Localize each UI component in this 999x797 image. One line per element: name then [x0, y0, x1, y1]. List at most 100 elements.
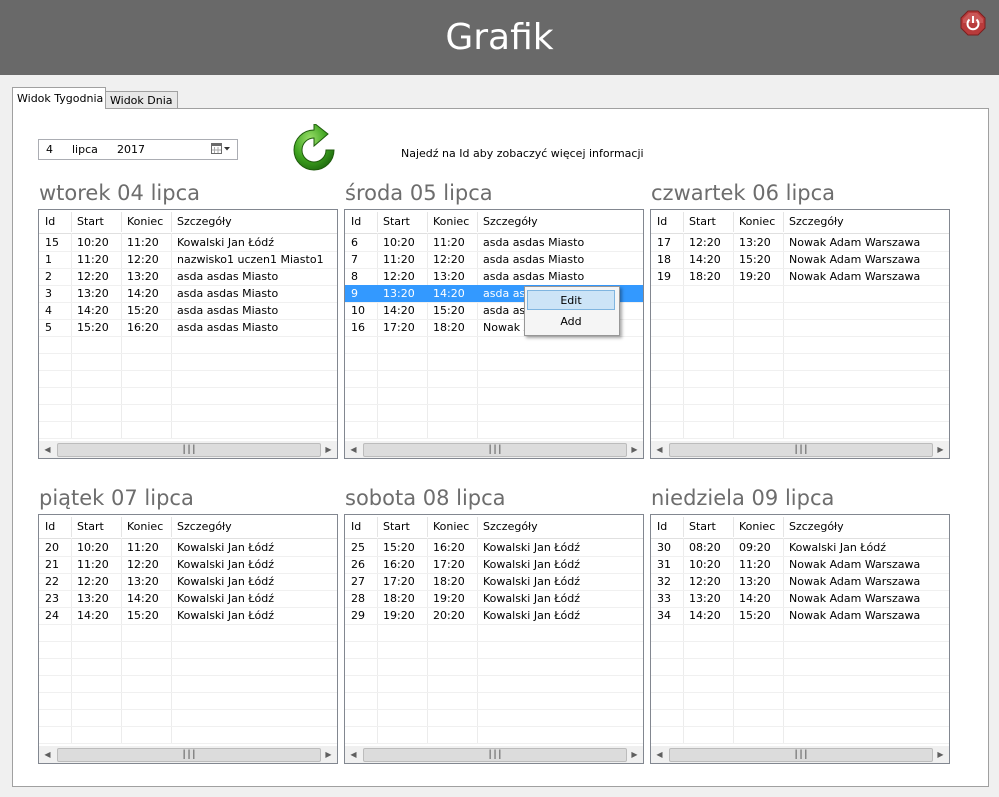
cell-start: 10:20 — [689, 558, 721, 571]
column-header-koniec[interactable]: Koniec — [733, 515, 783, 538]
scroll-right-icon[interactable]: ▶ — [320, 441, 337, 458]
table-row[interactable]: 31 10:20 11:20 Nowak Adam Warszawa — [651, 556, 949, 573]
column-header-id[interactable]: Id — [345, 515, 377, 538]
scroll-left-icon[interactable]: ◀ — [39, 441, 56, 458]
horizontal-scrollbar[interactable]: ◀ ┃┃┃ ▶ — [345, 441, 643, 458]
tab-widok-dnia[interactable]: Widok Dnia — [105, 91, 178, 109]
grid-line — [345, 404, 643, 405]
cell-koniec: 11:20 — [433, 236, 465, 249]
grid-line — [651, 336, 949, 337]
table-row[interactable]: 27 17:20 18:20 Kowalski Jan Łódź — [345, 573, 643, 590]
schedule-list[interactable]: Id Start Koniec Szczegóły 30 08:20 09:20 Kowals… — [650, 514, 950, 764]
column-header-szczegoly[interactable]: Szczegóły — [783, 210, 949, 233]
calendar-icon[interactable] — [211, 143, 231, 155]
table-row[interactable]: 2 12:20 13:20 asda asdas Miasto — [39, 268, 337, 285]
scroll-left-icon[interactable]: ◀ — [651, 441, 668, 458]
column-header-start[interactable]: Start — [377, 210, 427, 233]
column-header-id[interactable]: Id — [651, 210, 683, 233]
table-row[interactable]: 4 14:20 15:20 asda asdas Miasto — [39, 302, 337, 319]
cell-start: 08:20 — [689, 541, 721, 554]
table-row[interactable]: 34 14:20 15:20 Nowak Adam Warszawa — [651, 607, 949, 624]
column-header-start[interactable]: Start — [377, 515, 427, 538]
column-header-koniec[interactable]: Koniec — [733, 210, 783, 233]
table-row[interactable]: 20 10:20 11:20 Kowalski Jan Łódź — [39, 539, 337, 556]
date-picker[interactable]: 4 lipca 2017 — [38, 139, 238, 160]
power-icon[interactable] — [960, 10, 986, 36]
horizontal-scrollbar[interactable]: ◀ ┃┃┃ ▶ — [651, 441, 949, 458]
schedule-list[interactable]: Id Start Koniec Szczegóły 17 12:20 13:20 Nowak … — [650, 209, 950, 459]
column-header-start[interactable]: Start — [683, 210, 733, 233]
column-header-start[interactable]: Start — [683, 515, 733, 538]
horizontal-scrollbar[interactable]: ◀ ┃┃┃ ▶ — [39, 746, 337, 763]
refresh-icon[interactable] — [288, 121, 340, 176]
scroll-left-icon[interactable]: ◀ — [39, 746, 56, 763]
scroll-left-icon[interactable]: ◀ — [345, 746, 362, 763]
scroll-left-icon[interactable]: ◀ — [651, 746, 668, 763]
day-title: środa 05 lipca — [345, 181, 493, 205]
column-header-szczegoly[interactable]: Szczegóły — [477, 515, 643, 538]
scroll-thumb[interactable]: ┃┃┃ — [669, 748, 933, 762]
column-header-koniec[interactable]: Koniec — [121, 210, 171, 233]
column-header-szczegoly[interactable]: Szczegóły — [171, 210, 337, 233]
table-row[interactable]: 21 11:20 12:20 Kowalski Jan Łódź — [39, 556, 337, 573]
table-row[interactable]: 30 08:20 09:20 Kowalski Jan Łódź — [651, 539, 949, 556]
table-row[interactable]: 32 12:20 13:20 Nowak Adam Warszawa — [651, 573, 949, 590]
scroll-thumb[interactable]: ┃┃┃ — [57, 443, 321, 457]
column-header-koniec[interactable]: Koniec — [427, 210, 477, 233]
horizontal-scrollbar[interactable]: ◀ ┃┃┃ ▶ — [39, 441, 337, 458]
scroll-right-icon[interactable]: ▶ — [320, 746, 337, 763]
grid-line — [39, 641, 337, 642]
table-row[interactable]: 33 13:20 14:20 Nowak Adam Warszawa — [651, 590, 949, 607]
table-row[interactable]: 6 10:20 11:20 asda asdas Miasto — [345, 234, 643, 251]
column-header-start[interactable]: Start — [71, 515, 121, 538]
cell-id: 1 — [45, 253, 52, 266]
table-row[interactable]: 8 12:20 13:20 asda asdas Miasto — [345, 268, 643, 285]
table-row[interactable]: 7 11:20 12:20 asda asdas Miasto — [345, 251, 643, 268]
horizontal-scrollbar[interactable]: ◀ ┃┃┃ ▶ — [345, 746, 643, 763]
table-row[interactable]: 15 10:20 11:20 Kowalski Jan Łódź — [39, 234, 337, 251]
column-header-szczegoly[interactable]: Szczegóły — [171, 515, 337, 538]
schedule-list[interactable]: Id Start Koniec Szczegóły 15 10:20 11:20 Kowals… — [38, 209, 338, 459]
scroll-thumb[interactable]: ┃┃┃ — [57, 748, 321, 762]
table-row[interactable]: 18 14:20 15:20 Nowak Adam Warszawa — [651, 251, 949, 268]
table-row[interactable]: 26 16:20 17:20 Kowalski Jan Łódź — [345, 556, 643, 573]
horizontal-scrollbar[interactable]: ◀ ┃┃┃ ▶ — [651, 746, 949, 763]
scroll-thumb[interactable]: ┃┃┃ — [669, 443, 933, 457]
table-row[interactable]: 1 11:20 12:20 nazwisko1 uczen1 Miasto1 — [39, 251, 337, 268]
tab-widok-tygodnia[interactable]: Widok Tygodnia — [12, 87, 106, 109]
column-header-id[interactable]: Id — [39, 210, 71, 233]
table-row[interactable]: 3 13:20 14:20 asda asdas Miasto — [39, 285, 337, 302]
cell-id: 29 — [351, 609, 365, 622]
schedule-list[interactable]: Id Start Koniec Szczegóły 20 10:20 11:20 Kowals… — [38, 514, 338, 764]
column-header-koniec[interactable]: Koniec — [121, 515, 171, 538]
table-row[interactable]: 29 19:20 20:20 Kowalski Jan Łódź — [345, 607, 643, 624]
column-separator — [783, 517, 784, 537]
column-header-koniec[interactable]: Koniec — [427, 515, 477, 538]
column-header-szczegoly[interactable]: Szczegóły — [477, 210, 643, 233]
column-header-id[interactable]: Id — [651, 515, 683, 538]
scroll-right-icon[interactable]: ▶ — [626, 746, 643, 763]
scroll-thumb[interactable]: ┃┃┃ — [363, 748, 627, 762]
context-menu-add[interactable]: Add — [527, 312, 615, 332]
column-header-id[interactable]: Id — [39, 515, 71, 538]
context-menu-edit[interactable]: Edit — [527, 290, 615, 310]
table-row[interactable]: 17 12:20 13:20 Nowak Adam Warszawa — [651, 234, 949, 251]
table-row[interactable]: 22 12:20 13:20 Kowalski Jan Łódź — [39, 573, 337, 590]
table-row[interactable]: 25 15:20 16:20 Kowalski Jan Łódź — [345, 539, 643, 556]
table-row[interactable]: 24 14:20 15:20 Kowalski Jan Łódź — [39, 607, 337, 624]
table-row[interactable]: 23 13:20 14:20 Kowalski Jan Łódź — [39, 590, 337, 607]
table-row[interactable]: 28 18:20 19:20 Kowalski Jan Łódź — [345, 590, 643, 607]
scroll-right-icon[interactable]: ▶ — [932, 441, 949, 458]
scroll-right-icon[interactable]: ▶ — [626, 441, 643, 458]
column-header-start[interactable]: Start — [71, 210, 121, 233]
cell-koniec: 12:20 — [127, 558, 159, 571]
scroll-right-icon[interactable]: ▶ — [932, 746, 949, 763]
cell-start: 19:20 — [383, 609, 415, 622]
column-header-szczegoly[interactable]: Szczegóły — [783, 515, 949, 538]
table-row[interactable]: 19 18:20 19:20 Nowak Adam Warszawa — [651, 268, 949, 285]
schedule-list[interactable]: Id Start Koniec Szczegóły 25 15:20 16:20 Kowals… — [344, 514, 644, 764]
scroll-left-icon[interactable]: ◀ — [345, 441, 362, 458]
scroll-thumb[interactable]: ┃┃┃ — [363, 443, 627, 457]
table-row[interactable]: 5 15:20 16:20 asda asdas Miasto — [39, 319, 337, 336]
column-header-id[interactable]: Id — [345, 210, 377, 233]
